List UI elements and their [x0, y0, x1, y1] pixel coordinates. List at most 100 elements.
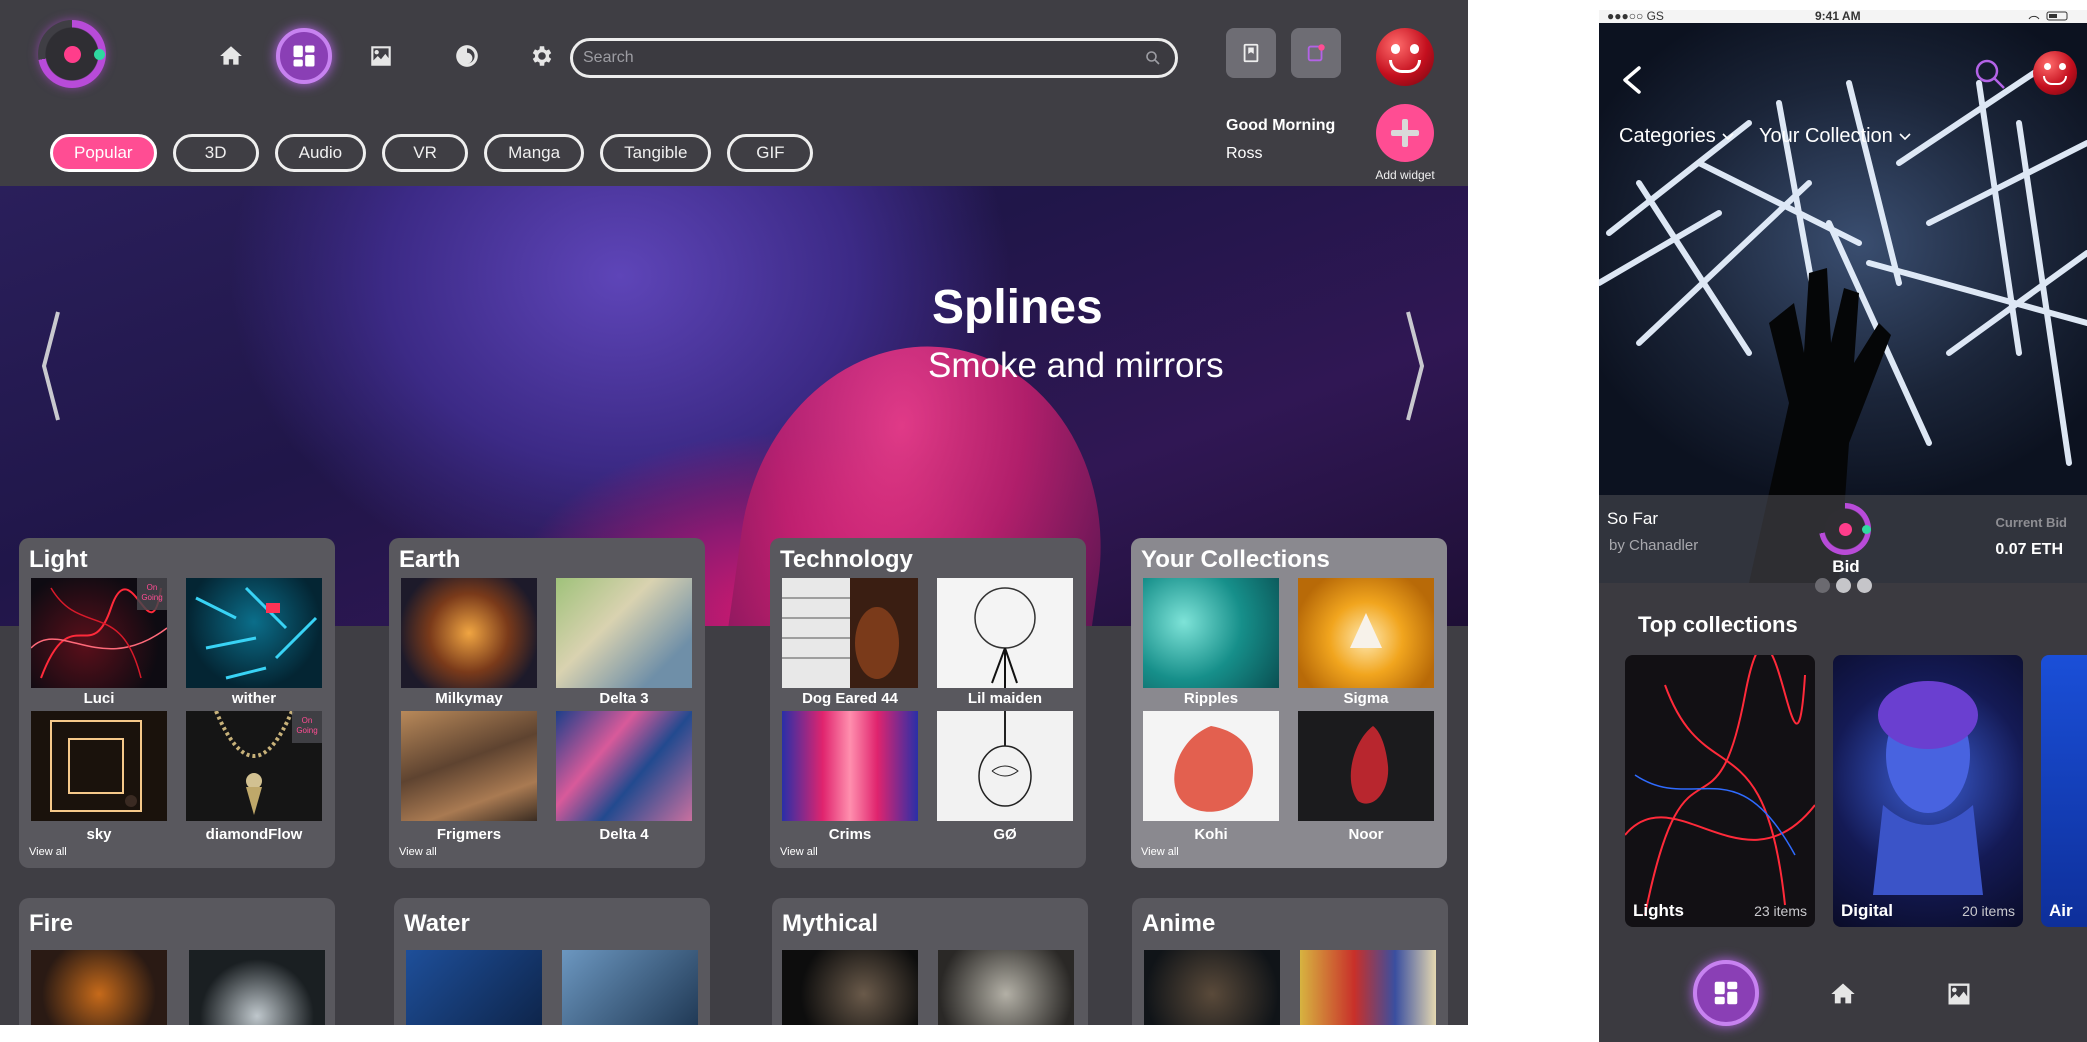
thumb-label: Noor — [1348, 826, 1384, 843]
thumb-fire-1[interactable] — [31, 950, 167, 1025]
greeting-user: Ross — [1226, 145, 1263, 162]
thumb-noor[interactable] — [1298, 711, 1434, 821]
collection-card-lights[interactable]: Lights 23 items — [1625, 655, 1815, 927]
bid-button[interactable]: Bid — [1821, 557, 1871, 577]
dropdown-label: Your Collection — [1759, 125, 1893, 147]
featured-title: So Far — [1607, 509, 1659, 528]
thumb-label: Delta 4 — [599, 826, 649, 843]
thumb-dog-eared-44[interactable] — [782, 578, 918, 688]
tag-popular[interactable]: Popular — [50, 134, 157, 172]
gear-icon[interactable] — [522, 38, 562, 74]
app-logo[interactable] — [38, 20, 106, 88]
thumb-mythical-1[interactable] — [782, 950, 918, 1025]
search-bar[interactable] — [570, 38, 1178, 78]
carousel-dot[interactable] — [1815, 578, 1830, 593]
carrier-label: ●●●○○ GS — [1607, 10, 1664, 23]
view-all-link[interactable]: View all — [29, 846, 67, 858]
chevron-down-icon — [1899, 132, 1911, 140]
plus-icon — [1391, 119, 1419, 147]
thumb-label: Lil maiden — [967, 690, 1043, 707]
thumb-milkymay[interactable] — [401, 578, 537, 688]
collection-dropdown[interactable]: Your Collection — [1759, 125, 1911, 148]
tag-gif[interactable]: GIF — [727, 134, 814, 172]
bid-logo[interactable] — [1819, 503, 1871, 555]
chevron-down-icon — [1722, 132, 1734, 140]
card-title: Technology — [780, 546, 913, 573]
category-card-earth[interactable]: Earth Milkymay Delta 3 Frigmers Delta 4 … — [389, 538, 705, 868]
view-all-link[interactable]: View all — [399, 846, 437, 858]
category-tags: Popular 3D Audio VR Manga Tangible GIF — [50, 134, 814, 172]
carousel-dot[interactable] — [1857, 578, 1872, 593]
thumb-lil-maiden[interactable] — [937, 578, 1073, 688]
history-icon[interactable] — [447, 38, 487, 74]
carousel-dots[interactable] — [1815, 578, 1872, 593]
collection-art — [1625, 655, 1815, 916]
dashboard-icon[interactable] — [276, 28, 332, 84]
top-collections-title: Top collections — [1638, 612, 1798, 637]
thumb-water-1[interactable] — [406, 950, 542, 1025]
view-all-link[interactable]: View all — [780, 846, 818, 858]
thumb-sigma[interactable] — [1298, 578, 1434, 688]
ongoing-badge: On Going — [137, 578, 167, 610]
thumb-delta-3[interactable] — [556, 578, 692, 688]
tag-3d[interactable]: 3D — [172, 134, 259, 172]
thumb-anime-1[interactable] — [1144, 950, 1280, 1025]
tag-manga[interactable]: Manga — [484, 134, 585, 172]
thumb-anime-2[interactable] — [1300, 950, 1436, 1025]
thumb-luci[interactable]: On Going — [31, 578, 167, 688]
thumb-go[interactable] — [937, 711, 1073, 821]
carousel-dot[interactable] — [1836, 578, 1851, 593]
thumb-frigmers[interactable] — [401, 711, 537, 821]
chevron-right-icon[interactable] — [1400, 308, 1430, 424]
featured-banner[interactable]: Categories Your Collection So Far by Cha… — [1599, 23, 2087, 583]
category-card-water[interactable]: Water — [394, 898, 710, 1025]
card-title: Anime — [1142, 910, 1216, 937]
tag-vr[interactable]: VR — [382, 134, 469, 172]
bookmark-button[interactable] — [1226, 28, 1276, 78]
thumb-mythical-2[interactable] — [938, 950, 1074, 1025]
category-card-anime[interactable]: Anime — [1132, 898, 1448, 1025]
categories-dropdown[interactable]: Categories — [1619, 125, 1734, 148]
thumb-kohi[interactable] — [1143, 711, 1279, 821]
notification-icon — [1307, 44, 1325, 62]
thumb-fire-2[interactable] — [189, 950, 325, 1025]
avatar[interactable] — [2033, 51, 2077, 95]
image-icon[interactable] — [361, 38, 401, 74]
search-icon[interactable] — [1145, 50, 1161, 66]
search-input[interactable] — [583, 41, 1123, 75]
thumb-ripples[interactable] — [1143, 578, 1279, 688]
featured-author: by Chanadler — [1609, 537, 1699, 554]
home-icon[interactable] — [1829, 980, 1857, 1008]
thumb-wither[interactable] — [186, 578, 322, 688]
thumb-delta-4[interactable] — [556, 711, 692, 821]
image-icon[interactable] — [1945, 980, 1973, 1008]
home-icon[interactable] — [211, 38, 251, 74]
thumb-crims[interactable] — [782, 711, 918, 821]
view-all-link[interactable]: View all — [1141, 846, 1179, 858]
bottom-nav — [1599, 960, 2087, 1042]
avatar[interactable] — [1376, 28, 1434, 86]
card-title: Mythical — [782, 910, 879, 937]
tag-tangible[interactable]: Tangible — [600, 134, 712, 172]
collection-card-digital[interactable]: Digital 20 items — [1833, 655, 2023, 927]
chevron-left-icon[interactable] — [40, 308, 70, 424]
collection-card-air[interactable]: Air — [2041, 655, 2087, 927]
thumb-label: diamondFlow — [205, 826, 303, 843]
category-card-fire[interactable]: Fire — [19, 898, 335, 1025]
thumb-diamondflow[interactable]: On Going — [186, 711, 322, 821]
dashboard-icon[interactable] — [1693, 960, 1759, 1026]
category-card-mythical[interactable]: Mythical — [772, 898, 1088, 1025]
greeting-line: Good Morning — [1226, 117, 1336, 134]
add-widget-button[interactable] — [1376, 104, 1434, 162]
thumb-sky[interactable] — [31, 711, 167, 821]
battery-icon — [2028, 11, 2068, 21]
tag-audio[interactable]: Audio — [274, 134, 367, 172]
back-icon[interactable] — [1619, 65, 1645, 95]
card-title: Earth — [399, 546, 461, 573]
search-icon[interactable] — [1973, 57, 2007, 91]
category-card-technology[interactable]: Technology Dog Eared 44 Lil maiden Crims… — [770, 538, 1086, 868]
category-card-light[interactable]: Light On Going Luci wither sky On Going … — [19, 538, 335, 868]
notification-button[interactable] — [1291, 28, 1341, 78]
category-card-your-collections[interactable]: Your Collections Ripples Sigma Kohi Noor… — [1131, 538, 1447, 868]
thumb-water-2[interactable] — [562, 950, 698, 1025]
